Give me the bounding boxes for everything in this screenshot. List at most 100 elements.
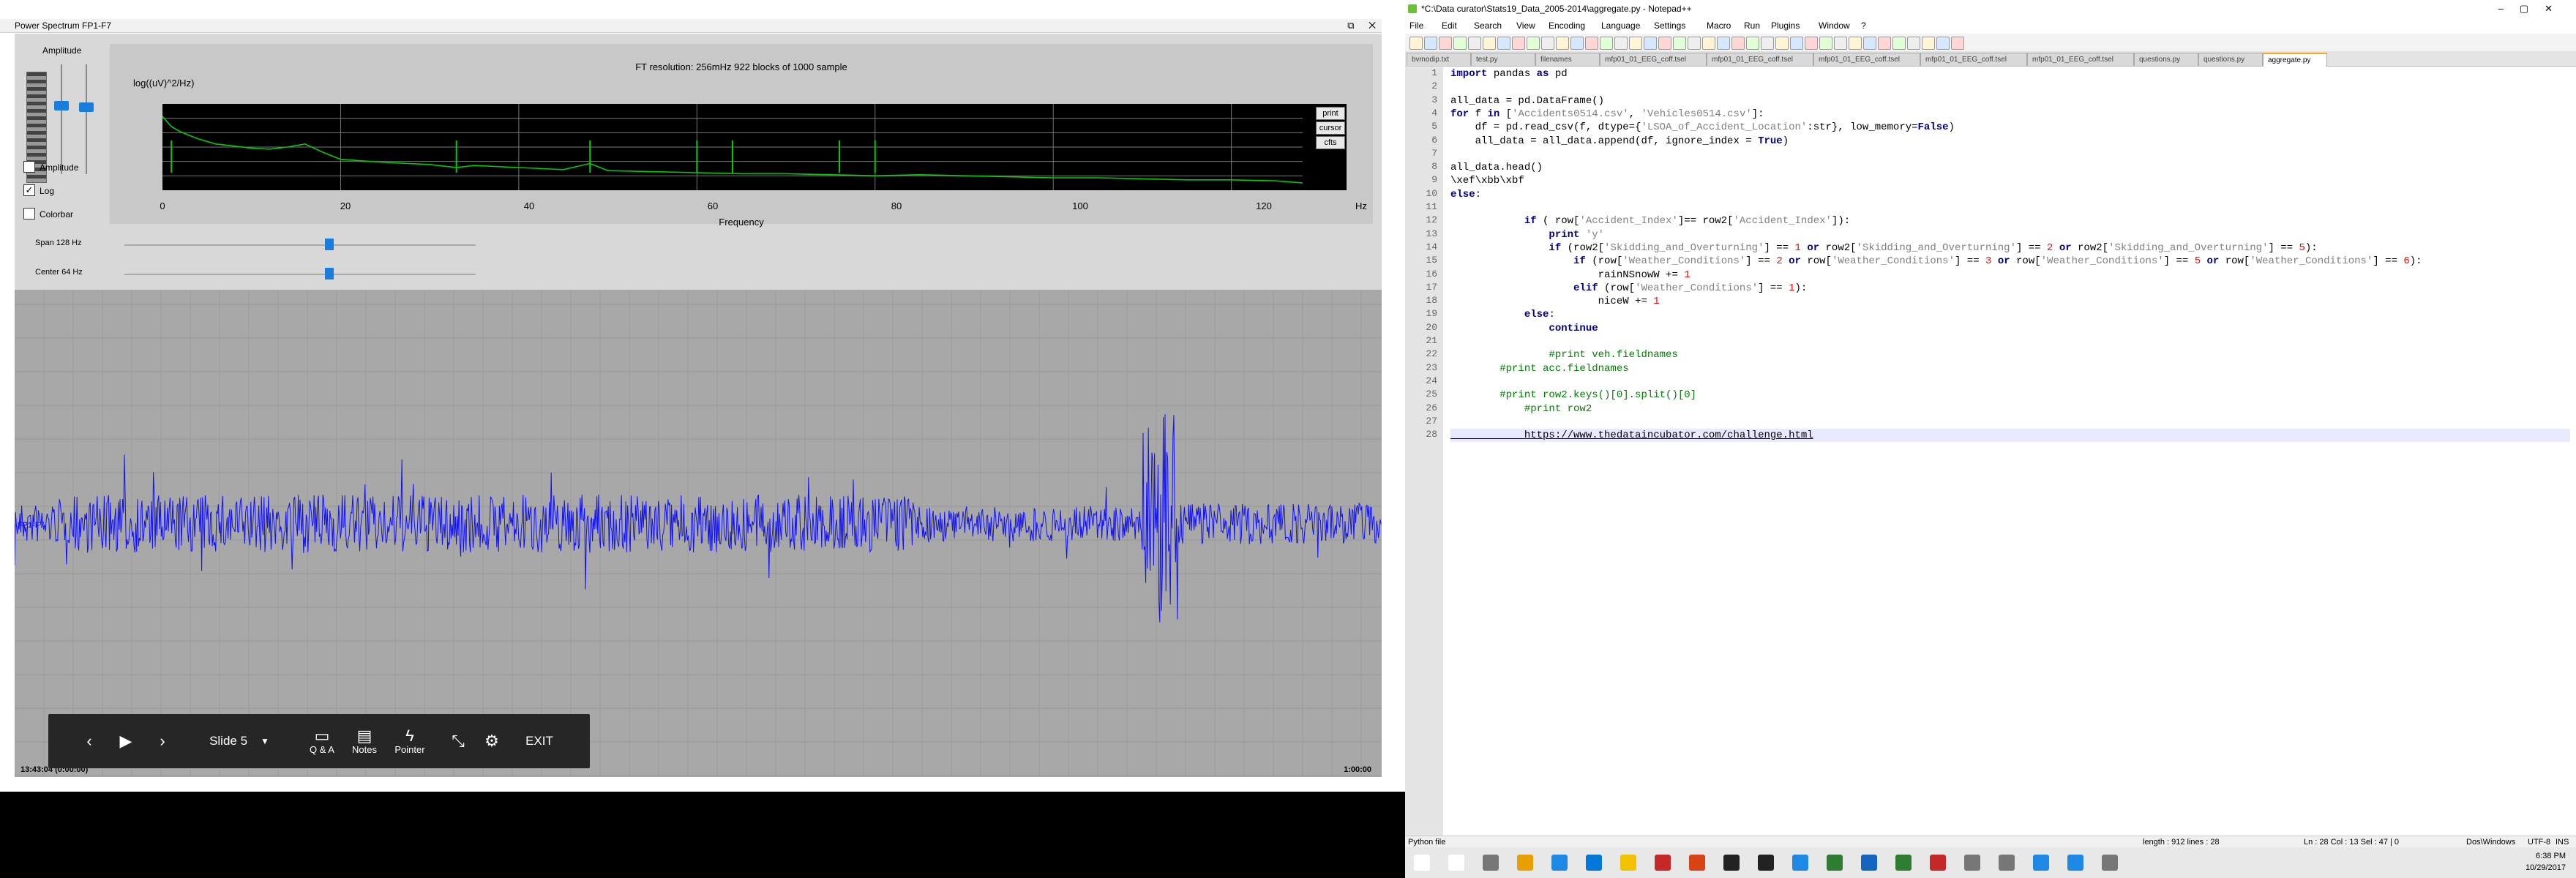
fullscreen-exit-button[interactable]: ⤡ (443, 714, 473, 768)
center-slider-track[interactable] (124, 274, 476, 275)
taskbar-app-icon[interactable] (2102, 855, 2118, 871)
code-line[interactable] (1450, 335, 2570, 348)
toolbar-button-icon[interactable] (1790, 37, 1803, 50)
toolbar-button-icon[interactable] (1819, 37, 1832, 50)
file-tab[interactable]: bvmodip.txt (1407, 53, 1471, 66)
taskbar-app-icon[interactable] (1895, 855, 1912, 871)
qa-button[interactable]: ▭ Q & A (302, 714, 342, 768)
menu-search[interactable]: Search (1474, 18, 1502, 34)
toolbar-button-icon[interactable] (1936, 37, 1950, 50)
exit-button[interactable]: EXIT (514, 714, 565, 768)
menu-file[interactable]: File (1409, 18, 1423, 34)
taskbar-app-icon[interactable] (1792, 855, 1808, 871)
toolbar-button-icon[interactable] (1570, 37, 1584, 50)
taskbar-app-icon[interactable] (1483, 855, 1499, 871)
file-tab[interactable]: test.py (1471, 53, 1535, 66)
code-line[interactable] (1450, 80, 2570, 94)
amplitude-slider-thumb-2[interactable] (79, 102, 94, 112)
taskbar-app-icon[interactable] (2033, 855, 2049, 871)
clock[interactable]: 6:38 PM 10/29/2017 (2526, 850, 2566, 874)
taskbar-app-icon[interactable] (1586, 855, 1602, 871)
toolbar-button-icon[interactable] (1497, 37, 1510, 50)
window-controls[interactable]: ⧉ ✕ (1330, 19, 1382, 32)
menu-edit[interactable]: Edit (1442, 18, 1457, 34)
code-editor[interactable]: import pandas as pd all_data = pd.DataFra… (1450, 67, 2576, 837)
code-line[interactable]: #print row2.keys()[0].split()[0] (1450, 389, 2570, 402)
toolbar-button-icon[interactable] (1585, 37, 1598, 50)
toolbar-button-icon[interactable] (1746, 37, 1759, 50)
toolbar-button-icon[interactable] (1673, 37, 1686, 50)
code-line[interactable]: df = pd.read_csv(f, dtype={'LSOA_of_Acci… (1450, 121, 2570, 134)
toolbar-button-icon[interactable] (1483, 37, 1496, 50)
code-line[interactable]: all_data.head() (1450, 161, 2570, 174)
start-icon[interactable] (1414, 855, 1430, 871)
toolbar-button-icon[interactable] (1644, 37, 1657, 50)
code-line[interactable]: all_data = all_data.append(df, ignore_in… (1450, 135, 2570, 148)
amplitude-checkbox[interactable] (23, 161, 35, 173)
code-line[interactable]: niceW += 1 (1450, 295, 2570, 308)
code-line[interactable]: if (row['Weather_Conditions'] == 2 or ro… (1450, 255, 2570, 268)
previous-slide-button[interactable]: ‹ (75, 714, 104, 768)
menu-settings[interactable]: Settings (1654, 18, 1685, 34)
code-line[interactable]: if ( row['Accident_Index']== row2['Accid… (1450, 214, 2570, 228)
file-tab[interactable]: mfp01_01_EEG_coff.tsel (2027, 53, 2134, 66)
toolbar-button-icon[interactable] (1512, 37, 1525, 50)
colorbar-checkbox[interactable] (23, 208, 35, 220)
toolbar-button-icon[interactable] (1761, 37, 1774, 50)
taskbar-app-icon[interactable] (1620, 855, 1636, 871)
center-slider-thumb[interactable] (324, 268, 334, 279)
toolbar-button-icon[interactable] (1468, 37, 1481, 50)
next-slide-button[interactable]: › (148, 714, 177, 768)
file-tab[interactable]: filenames (1535, 53, 1600, 66)
toolbar-button-icon[interactable] (1863, 37, 1876, 50)
taskbar-app-icon[interactable] (2067, 855, 2083, 871)
code-line[interactable]: else: (1450, 188, 2570, 201)
menu-language[interactable]: Language (1601, 18, 1640, 34)
taskbar-app-icon[interactable] (1861, 855, 1877, 871)
toolbar-button-icon[interactable] (1688, 37, 1701, 50)
notes-button[interactable]: ▤ Notes (344, 714, 385, 768)
file-tab[interactable]: mfp01_01_EEG_coff.tsel (1707, 53, 1813, 66)
menu-encoding[interactable]: Encoding (1549, 18, 1585, 34)
code-line[interactable] (1450, 148, 2570, 161)
settings-button[interactable]: ⚙ (477, 714, 506, 768)
toolbar-button-icon[interactable] (1424, 37, 1437, 50)
span-slider-track[interactable] (124, 244, 476, 246)
slide-selector[interactable]: Slide 5 ▼ (192, 714, 287, 768)
code-line[interactable] (1450, 375, 2570, 389)
menu-help[interactable]: ? (1861, 18, 1866, 34)
toolbar-button-icon[interactable] (1453, 37, 1467, 50)
cfts-button[interactable]: cfts (1316, 136, 1345, 149)
window-controls[interactable]: –▢✕ (2498, 0, 2569, 18)
pointer-button[interactable]: ϟ Pointer (388, 714, 432, 768)
cursor-button[interactable]: cursor (1316, 121, 1345, 135)
toolbar-button-icon[interactable] (1702, 37, 1715, 50)
toolbar-button-icon[interactable] (1878, 37, 1891, 50)
file-tab[interactable]: aggregate.py (2263, 53, 2327, 67)
toolbar-button-icon[interactable] (1439, 37, 1452, 50)
file-tab[interactable]: questions.py (2134, 53, 2198, 66)
code-line[interactable] (1450, 201, 2570, 214)
code-line[interactable]: https://www.thedataincubator.com/challen… (1450, 429, 2570, 443)
code-line[interactable]: elif (row['Weather_Conditions'] == 1): (1450, 282, 2570, 295)
taskbar-app-icon[interactable] (1723, 855, 1740, 871)
toolbar-button-icon[interactable] (1834, 37, 1847, 50)
toolbar-button-icon[interactable] (1951, 37, 1964, 50)
taskbar-app-icon[interactable] (1827, 855, 1843, 871)
code-line[interactable]: #print row2 (1450, 402, 2570, 416)
toolbar-button-icon[interactable] (1541, 37, 1554, 50)
taskbar-app-icon[interactable] (1689, 855, 1705, 871)
amplitude-slider-track-2[interactable] (86, 64, 87, 174)
taskbar-app-icon[interactable] (1999, 855, 2015, 871)
code-line[interactable]: import pandas as pd (1450, 67, 2570, 80)
toolbar-button-icon[interactable] (1907, 37, 1920, 50)
file-tab[interactable]: mfp01_01_EEG_coff.tsel (1600, 53, 1707, 66)
menu-macro[interactable]: Macro (1707, 18, 1731, 34)
taskbar-app-icon[interactable] (1551, 855, 1568, 871)
amplitude-slider-thumb[interactable] (54, 101, 69, 110)
file-tab[interactable]: mfp01_01_EEG_coff.tsel (1813, 53, 1920, 66)
play-button[interactable]: ▶ (111, 714, 141, 768)
toolbar-button-icon[interactable] (1892, 37, 1906, 50)
menu-run[interactable]: Run (1744, 18, 1760, 34)
toolbar-button-icon[interactable] (1556, 37, 1569, 50)
